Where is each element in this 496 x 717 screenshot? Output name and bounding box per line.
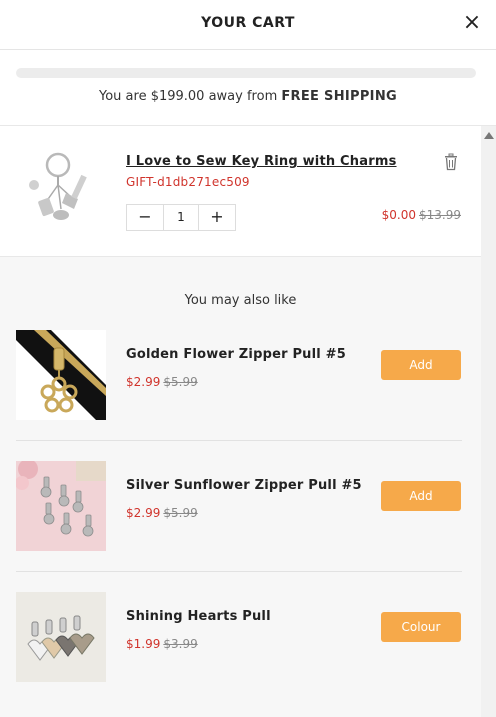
recommendation-price: $2.99 $5.99 (126, 375, 198, 389)
recommendation-title[interactable]: Golden Flower Zipper Pull #5 (126, 347, 346, 362)
cart-line-item: I Love to Sew Key Ring with Charms GIFT-… (0, 126, 481, 257)
shipping-message-highlight: FREE SHIPPING (281, 89, 397, 104)
recommendation-original-price: $5.99 (163, 506, 198, 520)
product-image-golden-flower[interactable] (16, 330, 106, 420)
recommendations-section: You may also like Golden Flower Zipper P… (0, 257, 481, 717)
cart-item-original-price: $13.99 (419, 208, 461, 222)
recommendation-price: $1.99 $3.99 (126, 637, 198, 651)
recommendation-title[interactable]: Silver Sunflower Zipper Pull #5 (126, 478, 362, 493)
free-shipping-banner: You are $199.00 away from FREE SHIPPING (0, 50, 496, 126)
shipping-progress-bar (16, 68, 476, 78)
recommendation-item: Shining Hearts Pull $1.99 $3.99 Colour (16, 582, 462, 682)
choose-colour-button[interactable]: Colour (381, 612, 461, 642)
quantity-stepper: − 1 + (126, 204, 236, 231)
increase-quantity-button[interactable]: + (199, 205, 235, 230)
quantity-input[interactable]: 1 (163, 205, 199, 230)
close-icon[interactable]: × (462, 12, 482, 34)
add-to-cart-button[interactable]: Add (381, 350, 461, 380)
add-to-cart-button[interactable]: Add (381, 481, 461, 511)
cart-item-price: $0.00 $13.99 (382, 208, 461, 222)
trash-icon[interactable] (443, 153, 459, 171)
product-image-key-ring[interactable] (16, 147, 106, 237)
recommendation-item: Silver Sunflower Zipper Pull #5 $2.99 $5.… (15, 451, 462, 551)
product-image-silver-sunflower[interactable] (15, 459, 106, 551)
scrollbar[interactable] (481, 126, 496, 717)
recommendation-sale-price: $1.99 (126, 637, 161, 651)
recommendation-sale-price: $2.99 (126, 506, 161, 520)
recommendation-item: Golden Flower Zipper Pull #5 $2.99 $5.99 … (16, 320, 462, 420)
recommendation-sale-price: $2.99 (126, 375, 161, 389)
product-image-shining-hearts[interactable] (16, 592, 106, 682)
cart-header: YOUR CART × (0, 0, 496, 50)
recommendation-price: $2.99 $5.99 (126, 506, 198, 520)
recommendation-original-price: $3.99 (163, 637, 198, 651)
shipping-message-prefix: You are $199.00 away from (99, 89, 278, 104)
cart-item-sku: GIFT-d1db271ec509 (126, 175, 250, 189)
recommendation-title[interactable]: Shining Hearts Pull (126, 609, 271, 624)
scroll-up-arrow-icon[interactable] (484, 132, 494, 139)
cart-title: YOUR CART (201, 15, 295, 31)
recommendations-heading: You may also like (184, 293, 297, 308)
decrease-quantity-button[interactable]: − (127, 205, 163, 230)
divider (16, 440, 462, 441)
shipping-message: You are $199.00 away from FREE SHIPPING (0, 89, 496, 104)
recommendation-original-price: $5.99 (163, 375, 198, 389)
cart-item-sale-price: $0.00 (381, 208, 416, 222)
divider (16, 571, 462, 572)
cart-item-title-link[interactable]: I Love to Sew Key Ring with Charms (126, 154, 397, 169)
